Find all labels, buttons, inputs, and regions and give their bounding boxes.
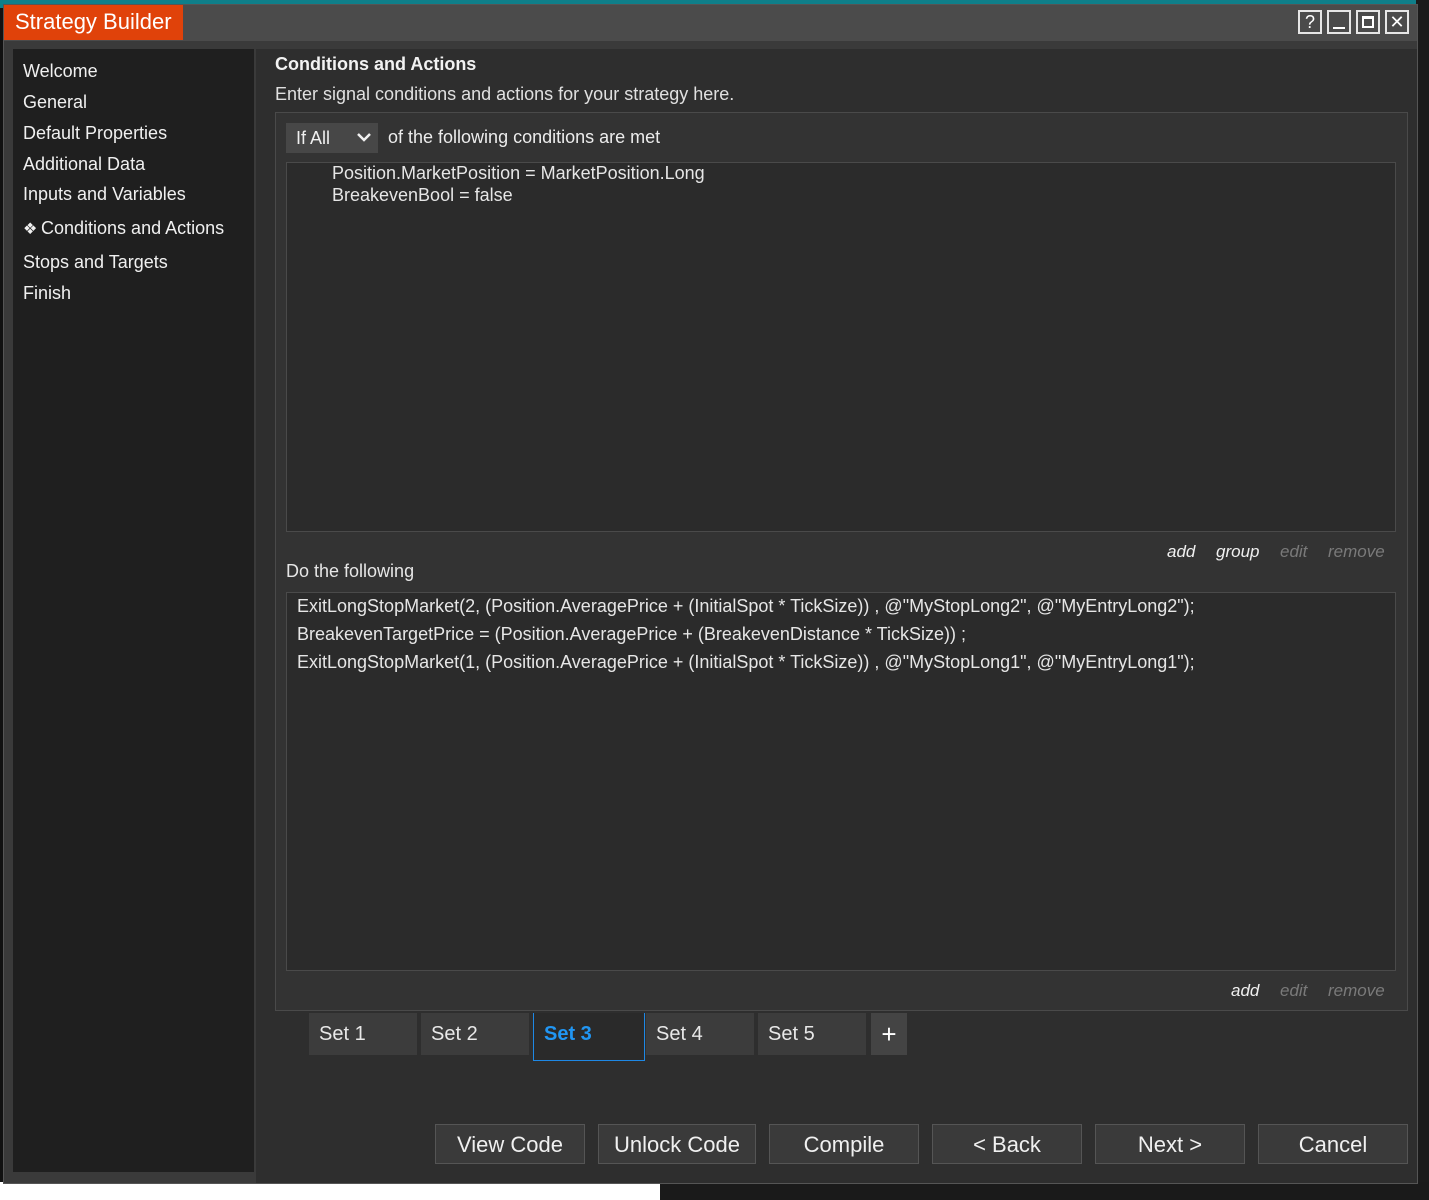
action-item[interactable]: ExitLongStopMarket(2, (Position.AverageP… <box>297 596 1195 617</box>
page-subtitle: Enter signal conditions and actions for … <box>275 84 735 104</box>
chevron-down-icon <box>356 123 372 163</box>
tab-set-5[interactable]: Set 5 <box>758 1013 866 1055</box>
tab-set-2[interactable]: Set 2 <box>421 1013 529 1055</box>
sidebar-item-label: Finish <box>23 283 72 303</box>
condition-mode-value: If All <box>296 128 331 148</box>
condition-edit-link[interactable]: edit <box>1280 542 1307 562</box>
cancel-button[interactable]: Cancel <box>1258 1124 1408 1164</box>
close-icon: ✕ <box>1389 12 1405 32</box>
close-button[interactable]: ✕ <box>1385 10 1409 34</box>
tab-label: Set 1 <box>319 1023 366 1045</box>
compile-button[interactable]: Compile <box>769 1124 919 1164</box>
sidebar-item-general[interactable]: General <box>23 92 87 113</box>
conditions-list[interactable]: Position.MarketPosition = MarketPosition… <box>286 162 1396 532</box>
help-icon: ? <box>1304 12 1315 32</box>
condition-group-link[interactable]: group <box>1216 542 1259 562</box>
action-add-link[interactable]: add <box>1231 981 1259 1001</box>
actions-list[interactable]: ExitLongStopMarket(2, (Position.AverageP… <box>286 592 1396 971</box>
tab-set-4[interactable]: Set 4 <box>646 1013 754 1055</box>
window-title: Strategy Builder <box>4 5 183 40</box>
action-item[interactable]: BreakevenTargetPrice = (Position.Average… <box>297 624 966 645</box>
view-code-button[interactable]: View Code <box>435 1124 585 1164</box>
action-remove-link[interactable]: remove <box>1328 981 1385 1001</box>
sidebar-item-inputs-and-variables[interactable]: Inputs and Variables <box>23 184 186 205</box>
condition-mode-text: of the following conditions are met <box>388 127 661 147</box>
main-panel: Conditions and Actions Enter signal cond… <box>256 49 1417 1183</box>
sidebar-item-conditions-and-actions[interactable]: ❖ Conditions and Actions <box>17 218 224 239</box>
background-app-strip-bottom <box>660 1182 1429 1200</box>
maximize-icon <box>1362 16 1374 28</box>
action-edit-link[interactable]: edit <box>1280 981 1307 1001</box>
sidebar-item-label: Welcome <box>23 61 98 81</box>
plus-icon: + <box>881 1019 897 1049</box>
tab-set-3[interactable]: Set 3 <box>533 1013 645 1061</box>
minimize-icon <box>1333 27 1345 29</box>
condition-item[interactable]: Position.MarketPosition = MarketPosition… <box>332 163 705 184</box>
page-title: Conditions and Actions <box>275 54 477 74</box>
sidebar-item-label: Conditions and Actions <box>41 218 225 238</box>
maximize-button[interactable] <box>1356 10 1380 34</box>
condition-add-link[interactable]: add <box>1167 542 1195 562</box>
title-bar[interactable]: Strategy Builder ? ✕ <box>4 5 1417 41</box>
current-step-icon: ❖ <box>23 221 38 238</box>
sidebar-item-stops-and-targets[interactable]: Stops and Targets <box>23 252 168 273</box>
wizard-sidebar: Welcome General Default Properties Addit… <box>13 49 254 1172</box>
strategy-builder-window: Strategy Builder ? ✕ Welcome General Def… <box>3 4 1418 1184</box>
sidebar-item-label: Stops and Targets <box>23 252 168 272</box>
minimize-button[interactable] <box>1327 10 1351 34</box>
help-button[interactable]: ? <box>1298 10 1322 34</box>
back-button[interactable]: < Back <box>932 1124 1082 1164</box>
sidebar-item-label: Inputs and Variables <box>23 184 186 204</box>
sidebar-item-label: Default Properties <box>23 123 168 143</box>
unlock-code-button[interactable]: Unlock Code <box>598 1124 756 1164</box>
sidebar-item-default-properties[interactable]: Default Properties <box>23 123 167 144</box>
sidebar-item-finish[interactable]: Finish <box>23 283 71 304</box>
sidebar-item-welcome[interactable]: Welcome <box>23 61 98 82</box>
tab-set-1[interactable]: Set 1 <box>309 1013 417 1055</box>
condition-remove-link[interactable]: remove <box>1328 542 1385 562</box>
sidebar-item-label: General <box>23 92 88 112</box>
add-set-button[interactable]: + <box>871 1013 907 1055</box>
action-item[interactable]: ExitLongStopMarket(1, (Position.AverageP… <box>297 652 1195 673</box>
tab-label: Set 4 <box>656 1023 703 1045</box>
tab-label: Set 3 <box>544 1023 592 1045</box>
sidebar-item-label: Additional Data <box>23 154 146 174</box>
tab-label: Set 5 <box>768 1023 815 1045</box>
condition-item[interactable]: BreakevenBool = false <box>332 185 513 206</box>
actions-label: Do the following <box>286 561 415 581</box>
next-button[interactable]: Next > <box>1095 1124 1245 1164</box>
condition-mode-select[interactable]: If All <box>286 123 378 153</box>
sidebar-item-additional-data[interactable]: Additional Data <box>23 154 145 175</box>
tab-label: Set 2 <box>431 1023 478 1045</box>
conditions-actions-panel: If All of the following conditions are m… <box>275 112 1408 1011</box>
